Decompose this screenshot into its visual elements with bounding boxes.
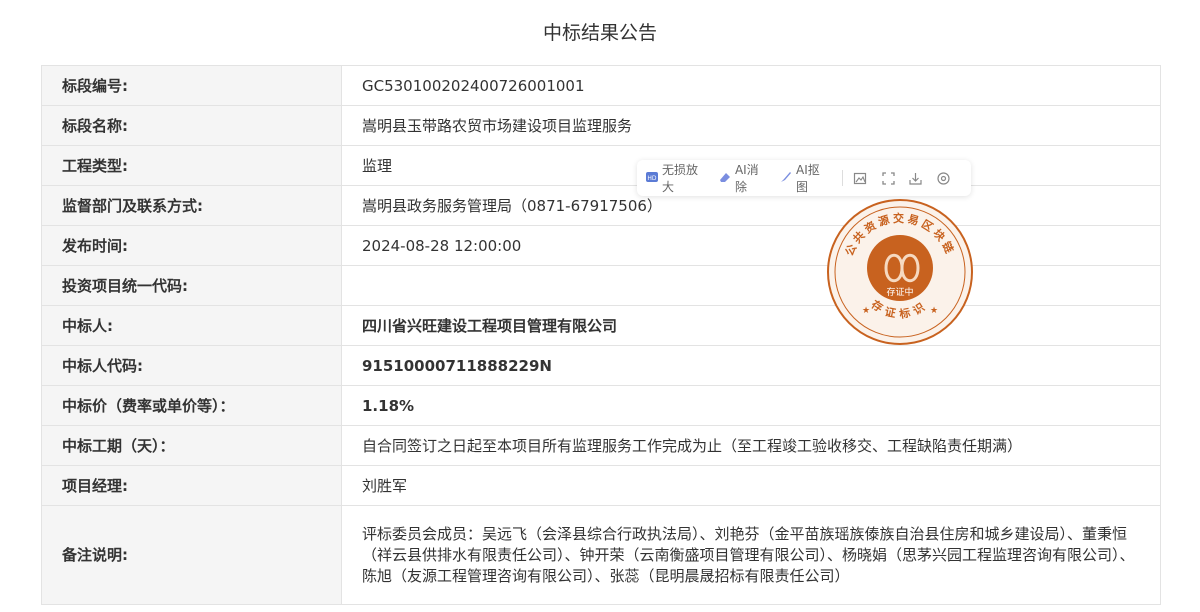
row-label: 中标人代码: <box>41 345 342 386</box>
page-title: 中标结果公告 <box>542 22 657 44</box>
settings-icon[interactable] <box>935 170 950 186</box>
crop-icon[interactable] <box>881 170 896 186</box>
image-edit-icon[interactable] <box>853 170 868 186</box>
row-label: 中标人: <box>41 305 342 346</box>
row-label: 中标价（费率或单价等）： <box>41 385 342 426</box>
table-row: 项目经理: 刘胜军 <box>41 465 1161 506</box>
table-row: 备注说明: 评标委员会成员：吴远飞（会泽县综合行政执法局）、刘艳芬（金平苗族瑶族… <box>41 505 1161 605</box>
row-label: 备注说明: <box>41 505 342 605</box>
table-row: 监督部门及联系方式: 嵩明县政务服务管理局（0871-67917506） <box>41 185 1161 226</box>
row-label: 中标工期（天）： <box>41 425 342 466</box>
svg-text:★: ★ <box>930 306 938 316</box>
seal-center-text: 存证中 <box>886 286 913 298</box>
table-row: 发布时间: 2024-08-28 12:00:00 <box>41 225 1161 266</box>
seal-graphic: 公共资源交易区块链 存证中 ★ ★ 存证标识 <box>827 199 973 345</box>
table-row: 工程类型: 监理 <box>41 145 1161 186</box>
table-row: 标段编号: GC5301002024007260010​01 <box>41 65 1161 106</box>
ai-erase-button[interactable]: AI消除 <box>718 161 769 195</box>
toolbar-divider <box>842 170 844 186</box>
announcement-table: 标段编号: GC5301002024007260010​01 标段名称: 嵩明县… <box>41 65 1161 605</box>
row-value: 刘胜军 <box>341 465 1161 506</box>
eraser-icon <box>718 170 732 187</box>
lossless-zoom-button[interactable]: HD 无损放大 <box>645 161 708 195</box>
row-label: 发布时间: <box>41 225 342 266</box>
table-row: 中标工期（天）： 自合同签订之日起至本项目所有监理服务工作完成为止（至工程竣工验… <box>41 425 1161 466</box>
row-value <box>341 265 1161 306</box>
blockchain-seal: 公共资源交易区块链 存证中 ★ ★ 存证标识 <box>824 197 976 347</box>
download-icon[interactable] <box>908 170 923 186</box>
svg-text:★: ★ <box>862 306 870 316</box>
row-value: 自合同签订之日起至本项目所有监理服务工作完成为止（至工程竣工验收移交、工程缺陷责… <box>341 425 1161 466</box>
row-label: 标段名称: <box>41 105 342 146</box>
row-label: 投资项目统一代码: <box>41 265 342 306</box>
row-value: 嵩明县玉带路农贸市场建设项目监理服务 <box>341 105 1161 146</box>
hd-icon: HD <box>645 170 659 187</box>
remarks-text: 评标委员会成员：吴远飞（会泽县综合行政执法局）、刘艳芬（金平苗族瑶族傣族自治县住… <box>341 505 1161 605</box>
ai-erase-label: AI消除 <box>734 163 759 194</box>
winning-bidder: 四川省兴旺建设工程项目管理有限公司 <box>341 305 1161 346</box>
winning-price: 1.18% <box>341 385 1161 426</box>
image-toolbar: HD 无损放大 AI消除 AI抠图 <box>637 160 971 196</box>
table-row: 中标价（费率或单价等）： 1.18% <box>41 385 1161 426</box>
row-label: 监督部门及联系方式: <box>41 185 342 226</box>
row-value: GC5301002024007260010​01 <box>341 65 1161 106</box>
row-value: 2024-08-28 12:00:00 <box>341 225 1161 266</box>
bidder-code: 91510000711888229N <box>341 345 1161 386</box>
brush-icon <box>779 170 793 187</box>
svg-text:HD: HD <box>647 175 657 182</box>
table-row: 投资项目统一代码: <box>41 265 1161 306</box>
row-label: 标段编号: <box>41 65 342 106</box>
ai-cutout-label: AI抠图 <box>796 163 820 194</box>
row-label: 工程类型: <box>41 145 342 186</box>
row-label: 项目经理: <box>41 465 342 506</box>
table-row: 标段名称: 嵩明县玉带路农贸市场建设项目监理服务 <box>41 105 1161 146</box>
lossless-zoom-label: 无损放大 <box>662 163 699 194</box>
table-row: 中标人代码: 91510000711888229N <box>41 345 1161 386</box>
table-row: 中标人: 四川省兴旺建设工程项目管理有限公司 <box>41 305 1161 346</box>
ai-cutout-button[interactable]: AI抠图 <box>779 161 830 195</box>
